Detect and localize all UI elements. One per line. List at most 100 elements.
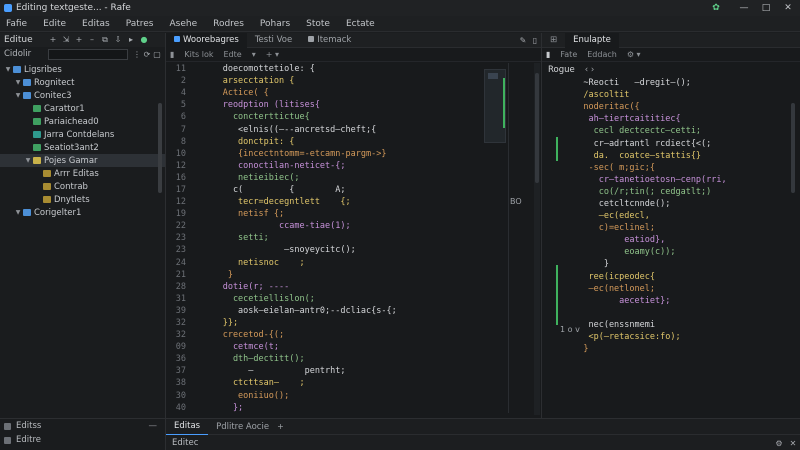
editor-scrollbar[interactable] (790, 63, 796, 415)
edit-icon[interactable]: ✎ (517, 36, 529, 45)
code-line[interactable]: 36 dth—dectitt(); (166, 353, 476, 365)
breadcrumb-item[interactable]: Eddach (587, 50, 617, 59)
code-line[interactable]: 40 }; (166, 402, 476, 414)
tab-testi-voe[interactable]: Testi Voe (247, 33, 300, 48)
dropdown-icon[interactable]: ▾ (252, 50, 256, 59)
code-line[interactable]: 24 netisnoc ; (166, 257, 476, 269)
code-line[interactable]: -sec( m;gic;{ (542, 162, 762, 174)
minimize-icon[interactable]: — (738, 2, 750, 14)
tree-item[interactable]: Jarra Contdelans (0, 128, 165, 141)
scroll-thumb[interactable] (535, 73, 539, 183)
settings-icon[interactable]: ⚙ (772, 439, 786, 448)
add-icon[interactable]: + ▾ (266, 50, 279, 59)
tree-item[interactable]: Pariaichead0 (0, 115, 165, 128)
chevron-icon[interactable]: ▼ (14, 92, 22, 99)
maximize-icon[interactable]: □ (760, 2, 772, 14)
code-line[interactable]: 16 netieibiec(; (166, 172, 476, 184)
code-line[interactable]: cetcltcnnde(); (542, 198, 762, 210)
code-line[interactable]: 12 conoctilan-neticet-{; (166, 160, 476, 172)
tree-item[interactable]: Contrab (0, 180, 165, 193)
code-line[interactable]: 12 tecr=decegntlett {; (166, 196, 476, 208)
tree-item[interactable]: ▼ Conitec3 (0, 89, 165, 102)
move-icon[interactable]: ⇲ (61, 35, 71, 45)
code-line[interactable]: 4 Actice( { (166, 87, 476, 99)
code-line[interactable]: 22 ccame-tiae(1); (166, 220, 476, 232)
tree-item[interactable]: Dnytlets (0, 193, 165, 206)
breadcrumb-item[interactable]: Edte (223, 50, 241, 59)
code-line[interactable]: aecetiet}; (542, 295, 762, 307)
tab-itemack[interactable]: Itemack (300, 33, 359, 48)
code-line[interactable]: 11 doecomottetiole: { (166, 63, 476, 75)
code-line[interactable]: noderitac({ (542, 101, 762, 113)
panel-row[interactable]: Editss — (0, 419, 165, 433)
menu-item[interactable]: Stote (306, 19, 330, 29)
scroll-thumb[interactable] (791, 103, 795, 193)
editor-scrollbar[interactable] (534, 63, 540, 415)
code-line[interactable]: 21 } (166, 269, 476, 281)
tab-pdlitre-aocie[interactable]: Pdlitre Aocie (208, 419, 277, 435)
menu-item[interactable]: Asehe (169, 19, 197, 29)
filter-input[interactable] (48, 48, 128, 60)
code-line[interactable]: ree(icpeodec{ (542, 271, 762, 283)
tree-item[interactable]: ▼ Pojes Gamar (0, 154, 165, 167)
remove-icon[interactable]: – (87, 35, 97, 45)
code-line[interactable]: eoamy(c)); (542, 246, 762, 258)
copy-icon[interactable]: ⧉ (100, 35, 110, 45)
tree-item[interactable]: ▼ Rognitect (0, 76, 165, 89)
breadcrumb-item[interactable]: Kits lok (184, 50, 213, 59)
collapse-icon[interactable]: — (149, 421, 158, 431)
tab-editas[interactable]: Editas (166, 418, 209, 435)
collapse-icon[interactable]: ▢ (152, 50, 162, 59)
code-line[interactable]: ~Reocti —dregit—(); (542, 77, 762, 89)
code-area[interactable]: ~Reocti —dregit—(); /ascoltit noderitac(… (542, 77, 762, 355)
code-line[interactable]: —ec(netlonel; (542, 283, 762, 295)
tab-woorebagres[interactable]: Woorebagres (166, 32, 247, 48)
code-line[interactable]: /ascoltit (542, 89, 762, 101)
code-line[interactable]: 19 netisf {; (166, 208, 476, 220)
breadcrumb-item[interactable]: Fate (560, 50, 577, 59)
code-line[interactable]: 30 eoniiuo(); (166, 390, 476, 402)
tree-item[interactable]: Carattor1 (0, 102, 165, 115)
code-line[interactable]: } (542, 258, 762, 270)
code-line[interactable]: 32 crecetod-{(; (166, 329, 476, 341)
code-line[interactable]: da. coatce—stattis{} (542, 150, 762, 162)
code-line[interactable]: } (542, 343, 762, 355)
code-line[interactable]: eatiod}, (542, 234, 762, 246)
code-line[interactable]: ah—tiertcaititiec{ (542, 113, 762, 125)
tab-enulapte[interactable]: Enulapte (565, 32, 619, 48)
run-icon[interactable]: ▸ (126, 35, 136, 45)
tab-grid-icon[interactable]: ⊞ (542, 33, 565, 48)
code-line[interactable]: 32 }}; (166, 317, 476, 329)
status-icon[interactable]: ● (139, 35, 149, 45)
split-icon[interactable]: ▯ (529, 36, 541, 45)
code-line[interactable]: 5 reodption (litises{ (166, 99, 476, 111)
download-icon[interactable]: ⇩ (113, 35, 123, 45)
more-icon[interactable]: ⋮ (132, 50, 142, 59)
menu-item[interactable]: Pohars (260, 19, 290, 29)
code-line[interactable]: cecl dectcectc—cetti; (542, 125, 762, 137)
add-icon[interactable]: + (74, 35, 84, 45)
code-line[interactable]: 6 concterttictue{ (166, 111, 476, 123)
menu-item[interactable]: Fafie (6, 19, 27, 29)
code-line[interactable]: 31 cecetiellislon(; (166, 293, 476, 305)
explorer-scrollbar[interactable] (158, 103, 162, 193)
refresh-icon[interactable]: ⟳ (142, 50, 152, 59)
nav-back-icon[interactable]: ▮ (546, 50, 550, 59)
code-line[interactable]: 10 {incectntomm=-etcamn-pargm->} (166, 148, 476, 160)
code-line[interactable]: —ec(edecl, (542, 210, 762, 222)
menu-item[interactable]: Editas (82, 19, 110, 29)
menu-item[interactable]: Ectate (346, 19, 375, 29)
code-line[interactable] (542, 307, 762, 319)
nav-back-icon[interactable]: ▮ (170, 50, 174, 59)
code-line[interactable]: 09 cetmce(t; (166, 341, 476, 353)
close-panel-icon[interactable]: ✕ (786, 439, 800, 448)
code-line[interactable]: 2 arsecctation { (166, 75, 476, 87)
chevron-icon[interactable]: ▼ (14, 209, 22, 216)
code-line[interactable]: 7 <elnis((—--ancretsd—cheft;{ (166, 123, 476, 135)
code-line[interactable]: 23 setti; (166, 232, 476, 244)
close-icon[interactable]: ✕ (782, 2, 794, 14)
code-line[interactable]: 23 —snoyeycitc(); (166, 244, 476, 256)
settings-icon[interactable]: ⚙ ▾ (627, 50, 641, 59)
sync-status-icon[interactable]: ✿ (710, 2, 722, 14)
code-line[interactable]: 38 ctcttsan— ; (166, 377, 476, 389)
